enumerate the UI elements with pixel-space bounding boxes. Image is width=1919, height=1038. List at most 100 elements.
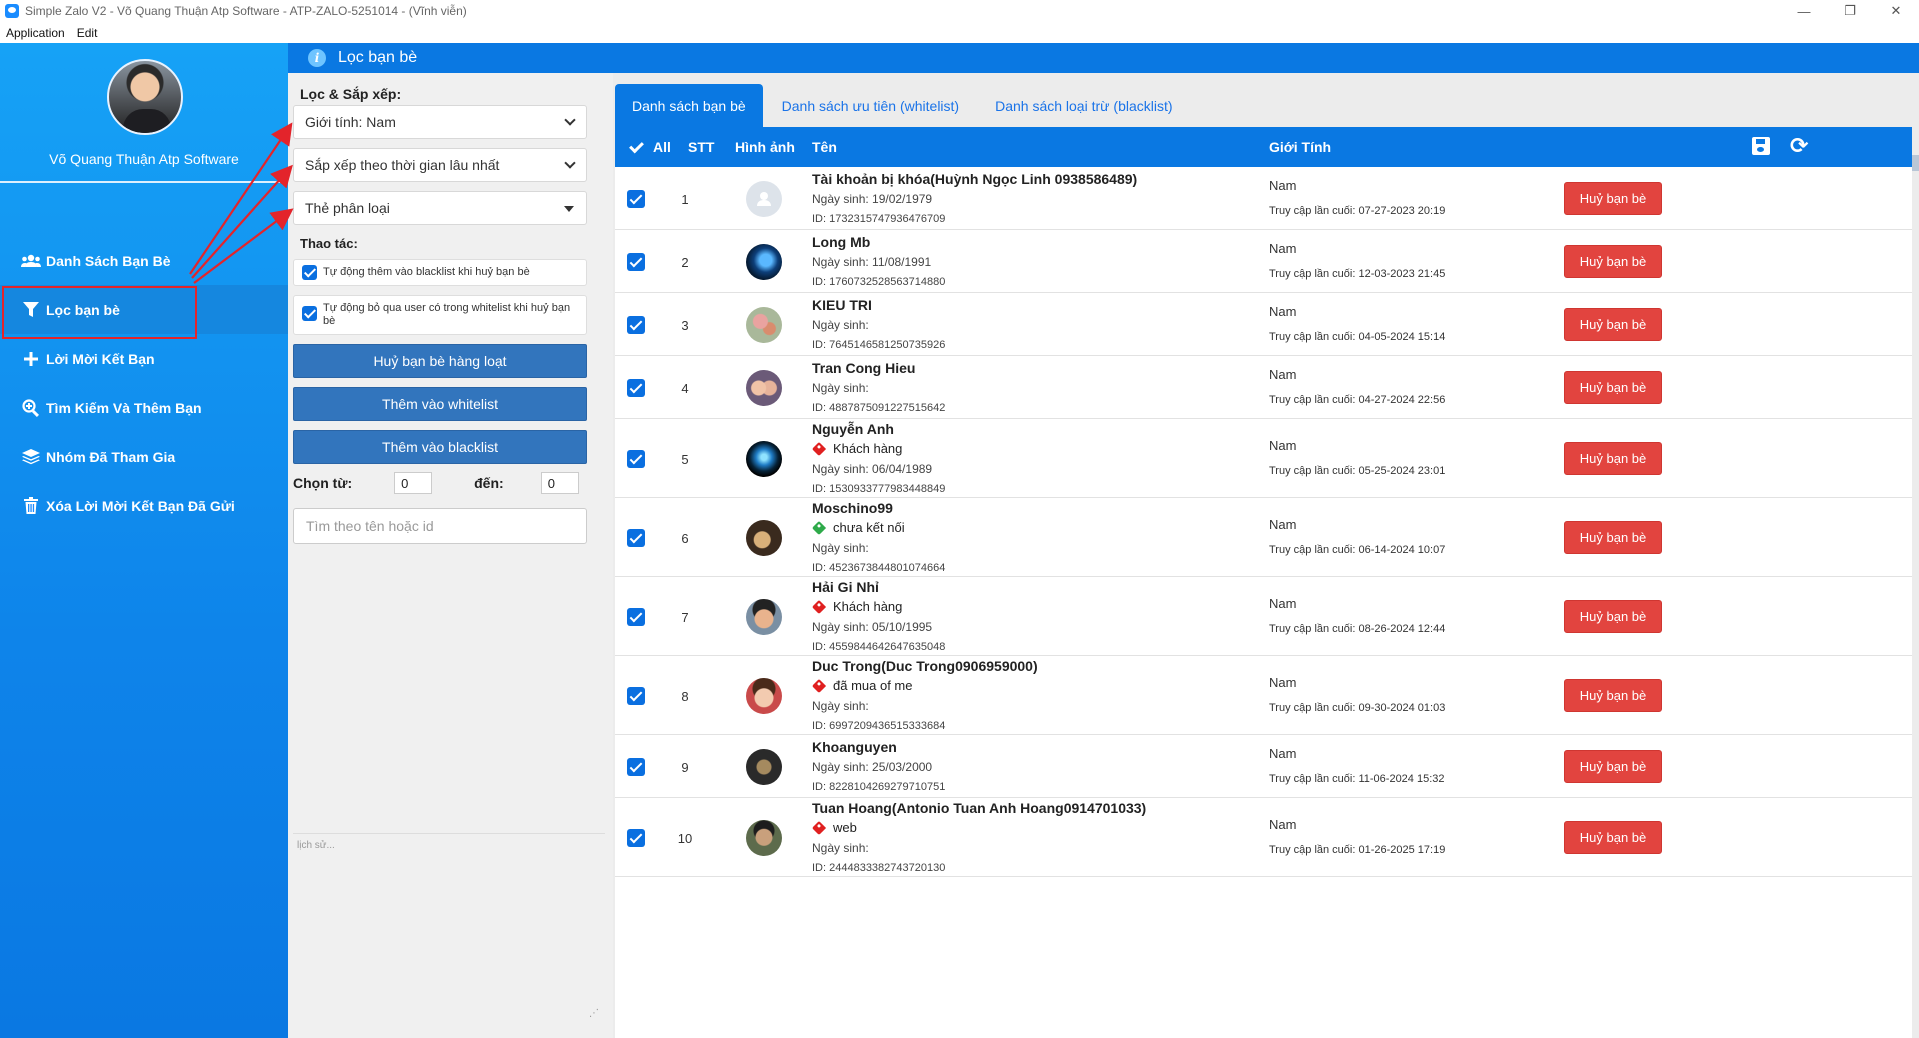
row-checkbox[interactable] [627, 608, 645, 626]
table-row[interactable]: 1 Tài khoản bị khóa(Huỳnh Ngọc Linh 09385… [615, 167, 1912, 230]
row-checkbox[interactable] [627, 687, 645, 705]
header-all[interactable]: All [653, 139, 671, 155]
row-birthday: Ngày sinh: 19/02/1979 [812, 192, 933, 206]
row-checkbox[interactable] [627, 829, 645, 847]
menu-application[interactable]: Application [0, 26, 71, 40]
select-all-check-icon[interactable] [629, 138, 644, 154]
search-input[interactable]: Tìm theo tên hoặc id [293, 508, 587, 544]
sidebar-item-delete-sent-requests[interactable]: Xóa Lời Mời Kết Bạn Đã Gửi [0, 481, 288, 530]
row-checkbox[interactable] [627, 529, 645, 547]
unfriend-button[interactable]: Huỷ bạn bè [1564, 600, 1662, 633]
gender-select[interactable]: Giới tính: Nam [293, 105, 587, 139]
unfriend-button[interactable]: Huỷ bạn bè [1564, 245, 1662, 278]
row-checkbox[interactable] [627, 450, 645, 468]
table-row[interactable]: 6 Moschino99 chưa kết nối Ngày sinh: ID: 452… [615, 498, 1912, 577]
unfriend-button[interactable]: Huỷ bạn bè [1564, 821, 1662, 854]
minimize-button[interactable]: — [1781, 0, 1827, 22]
refresh-icon[interactable]: ⟳ [1790, 133, 1808, 159]
row-stt: 6 [681, 531, 689, 546]
sort-select[interactable]: Sắp xếp theo thời gian lâu nhất [293, 148, 587, 182]
table-row[interactable]: 5 Nguyễn Anh Khách hàng Ngày sinh: 06/04/19… [615, 419, 1912, 498]
header-gender: Giới Tính [1269, 139, 1332, 155]
row-last-access: Truy cập lần cuối: 09-30-2024 01:03 [1269, 702, 1446, 714]
row-avatar [746, 749, 782, 785]
sidebar-item-groups[interactable]: Nhóm Đã Tham Gia [0, 432, 288, 481]
unfriend-button[interactable]: Huỷ bạn bè [1564, 442, 1662, 475]
sidebar-item-filter-friends[interactable]: Lọc bạn bè [0, 285, 288, 339]
bulk-unfriend-button[interactable]: Huỷ bạn bè hàng loạt [293, 344, 587, 378]
row-name: Tuan Hoang(Antonio Tuan Anh Hoang0914701… [812, 800, 1147, 816]
annotation-highlight-box [2, 286, 197, 339]
tab-bar: Danh sách bạn bè Danh sách ưu tiên (whit… [615, 84, 1192, 127]
filter-heading: Lọc & Sắp xếp: [300, 86, 402, 102]
layers-icon [20, 448, 42, 465]
skip-whitelist-option[interactable]: Tự động bỏ qua user có trong whitelist k… [293, 295, 587, 335]
row-checkbox[interactable] [627, 253, 645, 271]
row-id: ID: 1732315747936476709 [812, 213, 946, 225]
unfriend-button[interactable]: Huỷ bạn bè [1564, 679, 1662, 712]
unfriend-button[interactable]: Huỷ bạn bè [1564, 371, 1662, 404]
unfriend-button[interactable]: Huỷ bạn bè [1564, 182, 1662, 215]
close-button[interactable]: ✕ [1873, 0, 1919, 22]
row-checkbox[interactable] [627, 190, 645, 208]
row-info: Duc Trong(Duc Trong0906959000) đã mua of … [811, 656, 1038, 736]
scrollbar-thumb[interactable] [1911, 155, 1919, 171]
row-checkbox[interactable] [627, 758, 645, 776]
table-row[interactable]: 7 Hải Gi Nhỉ Khách hàng Ngày sinh: 05/10/19… [615, 577, 1912, 656]
row-name: Tran Cong Hieu [812, 360, 916, 376]
table-row[interactable]: 4 Tran Cong Hieu Ngày sinh: ID: 48878750912… [615, 356, 1912, 419]
sidebar-item-label: Danh Sách Bạn Bè [46, 252, 171, 269]
header-name: Tên [812, 139, 837, 155]
tag-select[interactable]: Thẻ phân loại [293, 191, 587, 225]
row-name: Tài khoản bị khóa(Huỳnh Ngọc Linh 093858… [812, 171, 1138, 187]
unfriend-button[interactable]: Huỷ bạn bè [1564, 308, 1662, 341]
search-plus-icon [20, 398, 42, 417]
sidebar-item-friend-requests[interactable]: Lời Mời Kết Bạn [0, 334, 288, 383]
row-info: Khoanguyen Ngày sinh: 25/03/2000 ID: 82281… [812, 737, 945, 797]
window-title: Simple Zalo V2 - Võ Quang Thuận Atp Soft… [25, 4, 467, 18]
row-avatar [746, 678, 782, 714]
row-checkbox[interactable] [627, 316, 645, 334]
unfriend-button[interactable]: Huỷ bạn bè [1564, 521, 1662, 554]
sidebar-item-label: Lời Mời Kết Bạn [46, 350, 155, 367]
unfriend-button[interactable]: Huỷ bạn bè [1564, 750, 1662, 783]
add-blacklist-button[interactable]: Thêm vào blacklist [293, 430, 587, 464]
to-input[interactable]: 0 [540, 472, 579, 494]
table-row[interactable]: 3 KIEU TRI Ngày sinh: ID: 76451465812507359… [615, 293, 1912, 356]
tab-friend-list[interactable]: Danh sách bạn bè [615, 84, 763, 127]
table-row[interactable]: 8 Duc Trong(Duc Trong0906959000) đã mua of… [615, 656, 1912, 735]
resize-grip-icon[interactable]: ⋰ [589, 1008, 599, 1019]
sidebar-item-label: Nhóm Đã Tham Gia [46, 448, 176, 465]
table-row[interactable]: 10 Tuan Hoang(Antonio Tuan Anh Hoang09147… [615, 798, 1912, 877]
skip-whitelist-checkbox[interactable] [302, 306, 317, 321]
save-icon[interactable] [1752, 137, 1770, 155]
sidebar-item-friends[interactable]: Danh Sách Bạn Bè [0, 236, 288, 285]
row-last-access: Truy cập lần cuối: 06-14-2024 10:07 [1269, 544, 1446, 556]
row-name: KIEU TRI [812, 297, 872, 313]
row-name: Duc Trong(Duc Trong0906959000) [812, 658, 1038, 674]
add-whitelist-button[interactable]: Thêm vào whitelist [293, 387, 587, 421]
row-last-access: Truy cập lần cuối: 12-03-2023 21:45 [1269, 268, 1446, 280]
table-row[interactable]: 9 Khoanguyen Ngày sinh: 25/03/2000 ID: 8228… [615, 735, 1912, 798]
auto-blacklist-checkbox[interactable] [302, 265, 317, 280]
table-body: 1 Tài khoản bị khóa(Huỳnh Ngọc Linh 09385… [615, 167, 1912, 877]
row-checkbox[interactable] [627, 379, 645, 397]
auto-blacklist-option[interactable]: Tự động thêm vào blacklist khi huỷ bạn b… [293, 259, 587, 286]
tab-whitelist[interactable]: Danh sách ưu tiên (whitelist) [765, 84, 976, 127]
menu-edit[interactable]: Edit [71, 26, 104, 40]
friends-table: All STT Hình ảnh Tên Giới Tính ⟳ 1 Tài kh… [615, 127, 1912, 1038]
row-stt: 4 [681, 381, 689, 396]
row-avatar [746, 599, 782, 635]
from-input[interactable]: 0 [394, 472, 433, 494]
row-gender: Nam [1269, 675, 1297, 690]
row-id: ID: 4523673844801074664 [812, 562, 946, 574]
tab-blacklist[interactable]: Danh sách loại trừ (blacklist) [978, 84, 1189, 127]
row-last-access: Truy cập lần cuối: 11-06-2024 15:32 [1269, 773, 1445, 785]
row-last-access: Truy cập lần cuối: 01-26-2025 17:19 [1269, 844, 1446, 856]
maximize-button[interactable]: ❐ [1827, 0, 1873, 22]
sidebar-item-search-add[interactable]: Tìm Kiếm Và Thêm Bạn [0, 383, 288, 432]
default-avatar-icon [757, 192, 771, 206]
history-textarea[interactable]: lịch sử... ⋰ [293, 833, 605, 1023]
table-row[interactable]: 2 Long Mb Ngày sinh: 11/08/1991 ID: 1760732… [615, 230, 1912, 293]
history-placeholder: lịch sử... [297, 840, 335, 851]
